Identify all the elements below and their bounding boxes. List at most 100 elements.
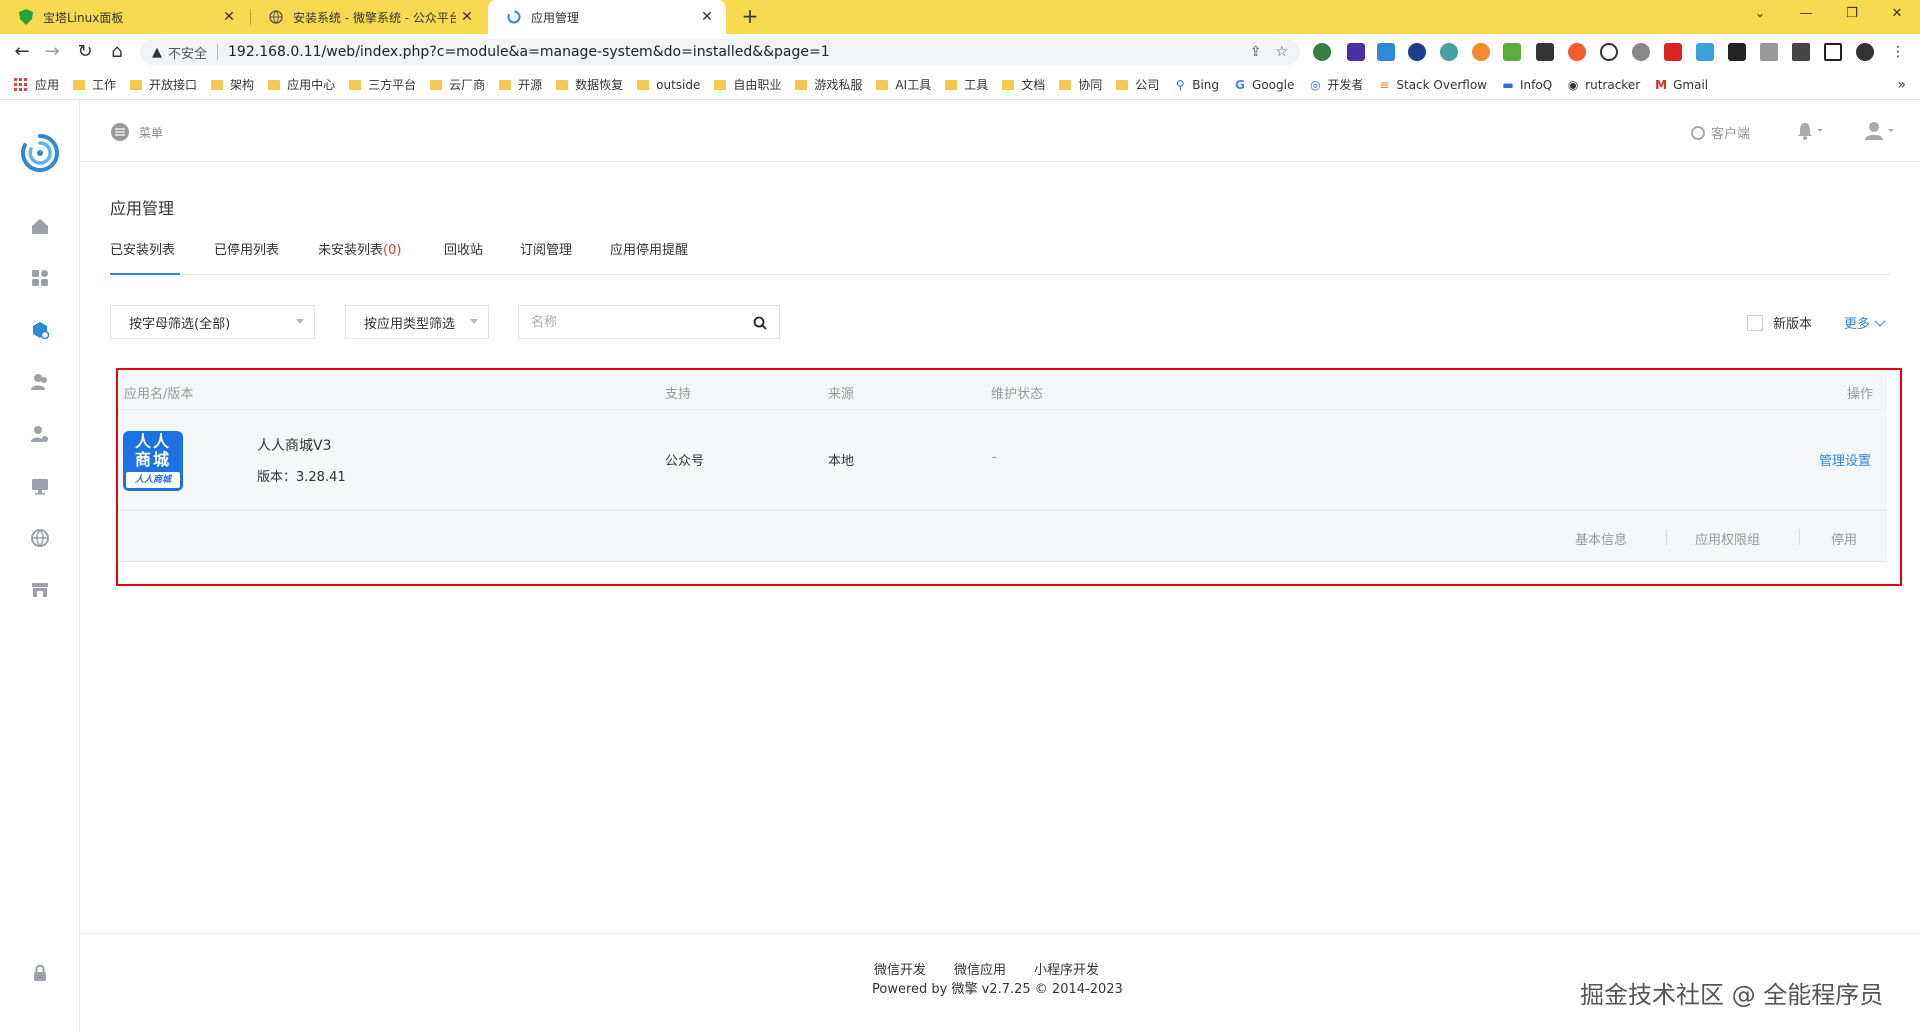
store-icon[interactable] (28, 578, 52, 602)
browser-tab-install[interactable]: 安装系统 - 微擎系统 - 公众平台自 ✕ (250, 0, 486, 34)
extension-icon[interactable] (1313, 43, 1331, 61)
more-vert-icon[interactable]: ⋮ (1886, 40, 1910, 64)
sidepanel-icon[interactable] (1824, 43, 1842, 61)
lock-icon[interactable] (28, 961, 52, 985)
tab-subscription[interactable]: 订阅管理 (520, 239, 572, 275)
bookmark-google[interactable]: G Google (1233, 78, 1294, 92)
highlight-box (116, 368, 1902, 586)
tab-recycle[interactable]: 回收站 (444, 239, 483, 275)
puzzle-icon[interactable] (1792, 43, 1810, 61)
extension-icon[interactable] (1696, 43, 1714, 61)
extension-icon[interactable] (1728, 43, 1746, 61)
extension-icon[interactable] (1664, 43, 1682, 61)
users-icon[interactable] (28, 370, 52, 394)
module-settings-icon[interactable] (28, 318, 52, 342)
infoq-icon: ▬ (1502, 77, 1514, 92)
bookmark-folder[interactable]: 协同 (1059, 76, 1102, 93)
bookmark-folder[interactable]: 架构 (211, 76, 254, 93)
extension-icon[interactable] (1472, 43, 1490, 61)
bookmark-folder[interactable]: 自由职业 (714, 76, 781, 93)
bookmark-rutracker[interactable]: ◉ rutracker (1566, 78, 1640, 92)
close-icon[interactable]: ✕ (218, 9, 240, 25)
tab-disable-reminder[interactable]: 应用停用提醒 (610, 239, 688, 275)
new-version-checkbox[interactable] (1747, 314, 1763, 331)
close-icon[interactable]: ✕ (456, 9, 478, 25)
close-icon[interactable]: ✕ (696, 9, 718, 25)
select-value: 按应用类型筛选 (364, 316, 456, 332)
menu-button[interactable]: 菜单 (111, 123, 163, 141)
extension-icon[interactable] (1440, 43, 1458, 61)
bookmark-folder[interactable]: 三方平台 (349, 76, 416, 93)
window-close-button[interactable]: ✕ (1874, 0, 1920, 30)
footer-link[interactable]: 小程序开发 (1034, 959, 1099, 978)
type-filter-select[interactable]: 按应用类型筛选 (345, 305, 489, 339)
extension-icon[interactable] (1600, 43, 1618, 61)
weiqing-logo-icon[interactable] (19, 132, 61, 174)
monitor-icon[interactable] (28, 474, 52, 498)
tab-disabled[interactable]: 已停用列表 (214, 239, 279, 275)
extension-icon[interactable] (1536, 43, 1554, 61)
home-icon[interactable] (28, 214, 52, 238)
apps-icon[interactable] (28, 266, 52, 290)
bookmark-folder[interactable]: 云厂商 (430, 76, 485, 93)
bookmark-infoq[interactable]: ▬ InfoQ (1501, 78, 1552, 92)
bookmark-folder[interactable]: 游戏私服 (795, 76, 862, 93)
search-icon[interactable] (753, 315, 767, 334)
tab-installed[interactable]: 已安装列表 (110, 239, 180, 275)
bookmark-gmail[interactable]: M Gmail (1654, 78, 1708, 92)
bookmark-folder[interactable]: outside (637, 78, 700, 92)
restore-button[interactable]: ❐ (1829, 0, 1875, 30)
extension-icon[interactable] (1760, 43, 1778, 61)
forward-button[interactable]: → (40, 40, 64, 64)
chevron-down-icon[interactable]: ⌄ (1737, 0, 1783, 30)
bookmark-developer[interactable]: ◎ 开发者 (1308, 76, 1363, 93)
user-settings-icon[interactable] (28, 422, 52, 446)
back-button[interactable]: ← (10, 40, 34, 64)
new-tab-button[interactable]: + (737, 4, 763, 30)
extension-icon[interactable] (1632, 43, 1650, 61)
bookmark-folder[interactable]: 公司 (1116, 76, 1159, 93)
more-button[interactable]: 更多 (1844, 313, 1886, 332)
footer-link[interactable]: 微信开发 (874, 959, 926, 978)
bookmark-folder[interactable]: 开放接口 (130, 76, 197, 93)
search-input[interactable] (519, 306, 739, 338)
extension-icon[interactable] (1377, 43, 1395, 61)
bookmark-folder[interactable]: 工作 (73, 76, 116, 93)
bell-icon[interactable] (1797, 121, 1825, 145)
minimize-button[interactable]: — (1783, 0, 1829, 30)
bookmark-bing[interactable]: ⚲ Bing (1173, 78, 1219, 92)
bookmark-stackoverflow[interactable]: ≡ Stack Overflow (1377, 78, 1487, 92)
bookmark-folder[interactable]: 应用中心 (268, 76, 335, 93)
bookmark-apps[interactable]: 应用 (0, 76, 59, 93)
share-icon[interactable]: ⇪ (1250, 44, 1262, 60)
folder-icon (795, 79, 808, 90)
user-avatar-icon[interactable] (1865, 121, 1897, 145)
bookmark-folder[interactable]: AI工具 (876, 76, 931, 93)
tab-uninstalled[interactable]: 未安装列表(0) (318, 239, 401, 275)
browser-tab-app-manage[interactable]: 应用管理 ✕ (488, 0, 726, 34)
address-bar[interactable]: ▲ 不安全 192.168.0.11/web/index.php?c=modul… (140, 39, 1300, 65)
letter-filter-select[interactable]: 按字母筛选(全部) (110, 305, 315, 339)
reload-button[interactable]: ↻ (73, 40, 97, 64)
bookmark-folder[interactable]: 数据恢复 (556, 76, 623, 93)
insecure-label: 不安全 (168, 46, 208, 62)
extension-icon[interactable] (1408, 43, 1426, 61)
profile-avatar[interactable] (1856, 43, 1874, 61)
footer-link[interactable]: 微信应用 (954, 959, 1006, 978)
globe-icon[interactable] (28, 526, 52, 550)
home-icon[interactable]: ⌂ (105, 40, 129, 64)
new-version-toggle[interactable]: 新版本 (1747, 313, 1812, 332)
star-icon[interactable]: ☆ (1275, 44, 1288, 60)
bookmark-folder[interactable]: 工具 (945, 76, 988, 93)
extension-icon[interactable] (1568, 43, 1586, 61)
bookmark-folder[interactable]: 文档 (1002, 76, 1045, 93)
app-topbar: 菜单 客户端 (81, 101, 1920, 162)
client-button[interactable]: 客户端 (1691, 123, 1750, 142)
url-text[interactable]: 192.168.0.11/web/index.php?c=module&a=ma… (228, 44, 830, 60)
browser-tab-baota[interactable]: 宝塔Linux面板 ✕ (0, 0, 248, 34)
tab-label: 已安装列表 (110, 243, 176, 258)
extension-icon[interactable] (1347, 43, 1365, 61)
bookmarks-more-button[interactable]: » (1897, 77, 1906, 93)
extension-icon[interactable] (1503, 43, 1521, 61)
bookmark-folder[interactable]: 开源 (499, 76, 542, 93)
